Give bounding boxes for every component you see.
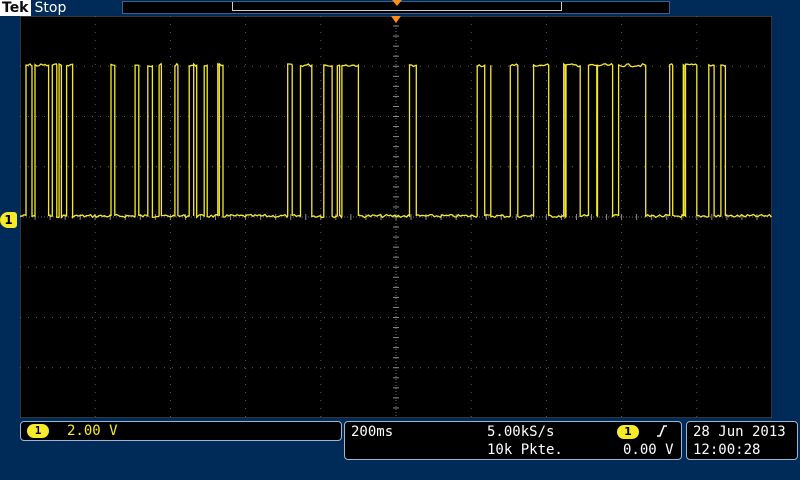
date-readout: 28 Jun 2013 bbox=[693, 424, 786, 440]
date-time-panel: 28 Jun 2013 12:00:28 bbox=[686, 421, 798, 460]
trigger-position-marker bbox=[391, 16, 401, 23]
vertical-scale: 2.00 V bbox=[67, 423, 118, 439]
record-length: 10k Pkte. bbox=[487, 442, 563, 458]
trigger-level: 0.00 V bbox=[623, 442, 674, 458]
acquisition-status: Stop bbox=[34, 0, 67, 16]
trigger-position-icon bbox=[392, 0, 402, 6]
sample-rate: 5.00kS/s bbox=[487, 424, 555, 440]
channel-1-ground-marker[interactable]: 1 bbox=[0, 212, 17, 228]
brand-logo: Tek bbox=[0, 0, 31, 16]
channel-panel[interactable]: 1 2.00 V bbox=[20, 421, 342, 441]
brand-status: Tek Stop bbox=[0, 0, 66, 16]
horizontal-scale: 200ms bbox=[351, 424, 394, 440]
trigger-source-badge: 1 bbox=[617, 425, 639, 439]
waveform-display[interactable] bbox=[20, 16, 772, 418]
time-readout: 12:00:28 bbox=[693, 442, 761, 458]
timebase-panel[interactable]: 200ms 5.00kS/s 10k Pkte. 1 0.00 V bbox=[344, 421, 682, 460]
waveform-graticule bbox=[20, 16, 772, 418]
rising-edge-icon bbox=[655, 423, 669, 443]
channel-badge: 1 bbox=[27, 424, 49, 438]
channel-1-trace bbox=[20, 62, 772, 220]
